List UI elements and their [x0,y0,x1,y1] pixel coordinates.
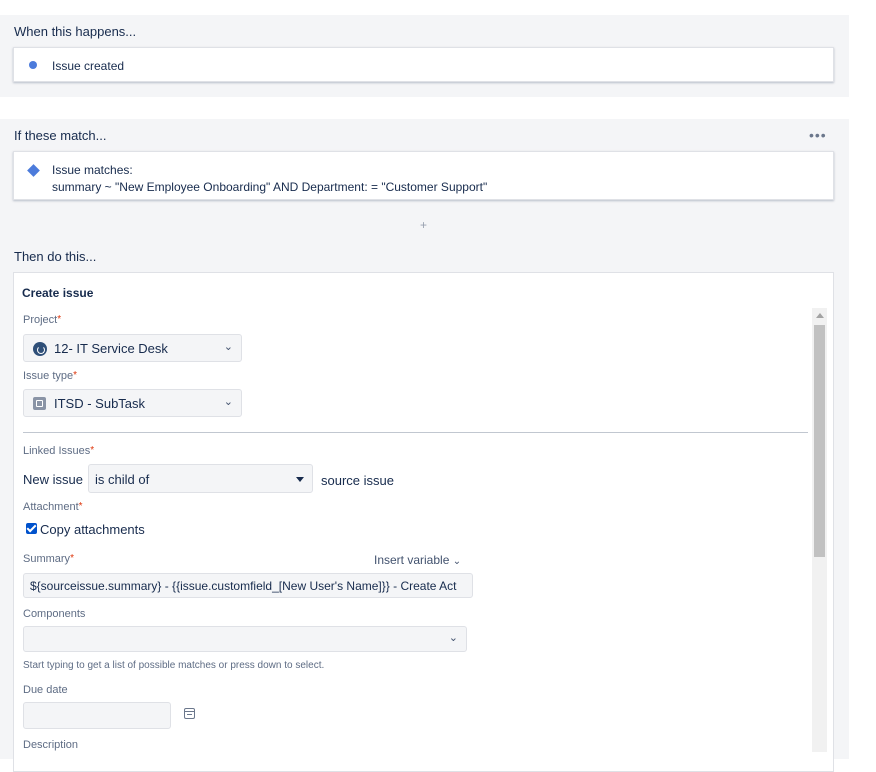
scroll-up-arrow-icon[interactable] [816,313,824,318]
copy-attachments-label[interactable]: Copy attachments [40,522,145,537]
components-help-text: Start typing to get a list of possible m… [23,660,325,671]
chevron-down-icon: ⌄ [448,632,458,644]
action-card-title: Create issue [22,286,94,300]
caret-down-icon [296,477,304,482]
add-component-icon[interactable]: + [420,218,427,232]
project-select[interactable]: 12- IT Service Desk ⌄ [23,334,242,362]
project-avatar-icon [33,342,47,356]
project-label: Project* [23,314,62,326]
due-date-input[interactable] [23,702,171,729]
chevron-down-icon: ⌄ [223,341,233,353]
components-select[interactable]: ⌄ [23,626,467,652]
attachment-label: Attachment* [23,501,83,513]
issue-type-select[interactable]: ITSD - SubTask ⌄ [23,389,242,417]
components-label: Components [23,608,86,620]
subtask-icon [33,397,46,410]
trigger-card[interactable]: Issue created [13,47,834,82]
condition-diamond-icon [27,164,40,177]
link-type-select[interactable]: is child of [88,464,313,493]
summary-input[interactable]: ${sourceissue.summary} - {{issue.customf… [23,573,473,598]
condition-card[interactable]: Issue matches: summary ~ "New Employee O… [13,151,834,200]
action-section-title: Then do this... [14,249,97,264]
trigger-label: Issue created [52,59,125,73]
due-date-label: Due date [23,684,68,696]
project-value: 12- IT Service Desk [54,341,168,356]
chevron-down-icon: ⌄ [452,556,462,567]
trigger-bullet-icon [29,61,37,69]
trigger-section-title: When this happens... [14,24,137,39]
issue-type-value: ITSD - SubTask [54,396,146,411]
divider [23,432,808,433]
description-label: Description [23,739,79,751]
condition-title: Issue matches: [52,163,133,177]
condition-section-title: If these match... [14,128,107,143]
copy-attachments-checkbox[interactable] [26,523,37,534]
summary-value: ${sourceissue.summary} - {{issue.customf… [30,579,457,593]
linked-issues-suffix: source issue [321,473,394,488]
scrollbar-thumb[interactable] [814,325,825,557]
summary-label: Summary* [23,553,74,565]
chevron-down-icon: ⌄ [223,396,233,408]
issue-type-label: Issue type* [23,370,78,382]
calendar-icon[interactable] [184,708,195,719]
link-type-value: is child of [95,472,150,487]
more-options-icon[interactable]: ••• [809,127,827,143]
linked-issues-label: Linked Issues* [23,445,95,457]
condition-jql: summary ~ "New Employee Onboarding" AND … [52,180,488,194]
insert-variable-button[interactable]: Insert variable ⌄ [374,553,461,567]
linked-issues-prefix: New issue [23,472,83,487]
